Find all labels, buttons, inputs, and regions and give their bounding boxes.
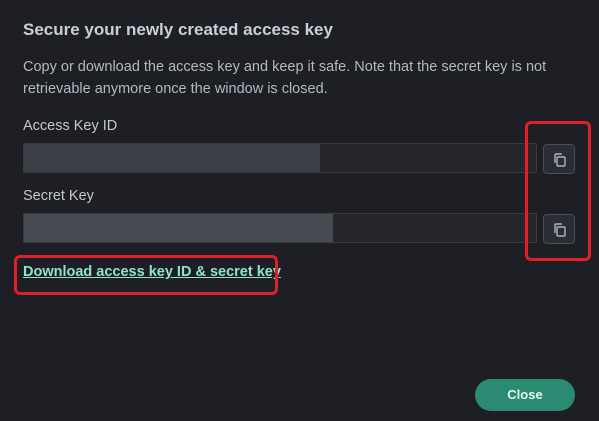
secret-key-label: Secret Key bbox=[23, 188, 94, 204]
redacted-secret-key bbox=[24, 214, 333, 242]
redacted-access-key bbox=[24, 144, 320, 172]
access-key-label: Access Key ID bbox=[23, 118, 118, 134]
access-key-field[interactable] bbox=[23, 143, 537, 173]
copy-access-key-button[interactable] bbox=[543, 144, 575, 174]
secret-key-field[interactable] bbox=[23, 213, 537, 243]
download-keys-link[interactable]: Download access key ID & secret key bbox=[23, 264, 281, 280]
copy-icon bbox=[554, 223, 566, 237]
copy-secret-key-button[interactable] bbox=[543, 214, 575, 244]
close-button[interactable]: Close bbox=[475, 379, 575, 411]
dialog-title: Secure your newly created access key bbox=[23, 20, 333, 39]
copy-icon bbox=[554, 153, 566, 167]
dialog-description: Copy or download the access key and keep… bbox=[23, 59, 547, 97]
access-key-dialog: Secure your newly created access key Cop… bbox=[0, 0, 599, 421]
